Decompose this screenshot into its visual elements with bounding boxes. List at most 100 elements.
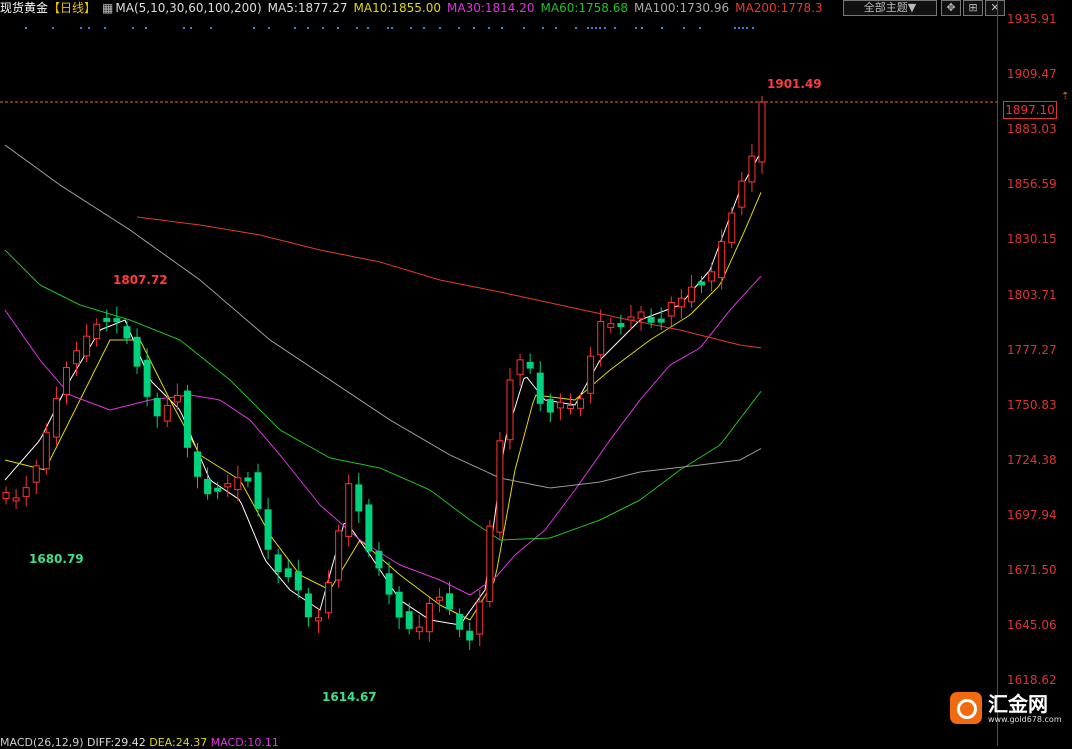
price-tick: 1724.38 bbox=[1007, 452, 1057, 467]
period-label[interactable]: 【日线】 bbox=[48, 1, 96, 15]
zoom-icon[interactable]: ⊞ bbox=[963, 0, 983, 16]
candle-body bbox=[425, 602, 433, 633]
candle-body bbox=[597, 320, 605, 356]
candle bbox=[204, 467, 212, 500]
candle-body bbox=[375, 550, 383, 569]
event-marker bbox=[423, 27, 425, 29]
event-marker bbox=[253, 27, 255, 29]
candle bbox=[153, 392, 161, 428]
logo-url: www.gold678.com bbox=[988, 715, 1062, 724]
low-left-label: 1680.79 bbox=[29, 552, 84, 566]
price-tick: 1935.91 bbox=[1007, 12, 1057, 26]
candle-body bbox=[304, 593, 312, 618]
candle bbox=[526, 353, 534, 375]
ma10-line bbox=[4, 192, 762, 621]
candle-body bbox=[677, 297, 685, 308]
price-tick: 1750.83 bbox=[1007, 397, 1057, 412]
candle-body bbox=[758, 101, 766, 163]
candlestick-chart[interactable] bbox=[0, 0, 1072, 746]
candle bbox=[325, 570, 333, 619]
candle-body bbox=[738, 180, 746, 208]
candle bbox=[556, 393, 564, 420]
candle bbox=[546, 393, 554, 423]
candle-body bbox=[93, 323, 101, 340]
candle-body bbox=[405, 611, 413, 629]
candle bbox=[83, 324, 91, 362]
candle-body bbox=[62, 367, 70, 395]
candle-body bbox=[42, 431, 50, 470]
ma30-value: MA30:1814.20 bbox=[447, 1, 535, 15]
candle-body bbox=[577, 398, 585, 409]
candle-body bbox=[415, 626, 423, 633]
candle-body bbox=[113, 318, 121, 323]
event-marker bbox=[699, 27, 701, 29]
candle bbox=[254, 463, 262, 517]
ma-icon: ▦ bbox=[102, 1, 114, 15]
candle bbox=[183, 385, 191, 458]
candle bbox=[113, 306, 121, 334]
candle bbox=[314, 608, 322, 633]
ma200-value: MA200:1778.3 bbox=[735, 1, 823, 15]
candle-body bbox=[264, 509, 272, 550]
candle bbox=[607, 317, 615, 334]
candle bbox=[486, 520, 494, 608]
candle bbox=[708, 262, 716, 292]
candle bbox=[415, 615, 423, 640]
candle bbox=[385, 561, 393, 605]
candle-body bbox=[335, 530, 343, 581]
candle bbox=[304, 587, 312, 627]
theme-dropdown[interactable]: 全部主题▼ bbox=[843, 0, 937, 16]
candle-body bbox=[103, 317, 111, 322]
event-marker bbox=[104, 27, 106, 29]
candle-body bbox=[456, 613, 464, 630]
candle bbox=[718, 229, 726, 290]
candle bbox=[335, 524, 343, 588]
candle-body bbox=[617, 323, 625, 328]
candle bbox=[446, 581, 454, 616]
move-icon[interactable]: ✥ bbox=[941, 0, 961, 16]
ma5-value: MA5:1877.27 bbox=[267, 1, 348, 15]
candle-body bbox=[395, 591, 403, 618]
candle-body bbox=[314, 617, 322, 622]
event-marker bbox=[738, 27, 740, 29]
gold678-logo: 汇金网 www.gold678.com bbox=[950, 688, 1062, 728]
event-marker bbox=[614, 27, 616, 29]
low-mid-label: 1614.67 bbox=[322, 690, 377, 704]
candle bbox=[214, 482, 222, 500]
candle bbox=[456, 608, 464, 638]
candle-body bbox=[627, 316, 635, 321]
candle bbox=[32, 459, 40, 495]
current-price-box: 1897.10 bbox=[1003, 101, 1057, 119]
event-marker bbox=[661, 27, 663, 29]
candle-body bbox=[385, 573, 393, 595]
candle-body bbox=[587, 355, 595, 394]
price-tick: 1777.27 bbox=[1007, 342, 1057, 357]
event-marker bbox=[575, 27, 577, 29]
event-marker bbox=[742, 27, 744, 29]
event-marker bbox=[190, 27, 192, 29]
candle-body bbox=[163, 404, 171, 422]
candle-body bbox=[698, 281, 706, 286]
candle bbox=[647, 308, 655, 329]
candle-body bbox=[687, 286, 695, 303]
candle-body bbox=[22, 487, 30, 497]
high-recent-label: 1901.49 bbox=[767, 77, 822, 91]
event-marker bbox=[523, 27, 525, 29]
macd-value: MACD:10.11 bbox=[210, 736, 279, 749]
candle-body bbox=[496, 440, 504, 533]
candle bbox=[345, 474, 353, 547]
candle bbox=[2, 486, 10, 505]
up-arrow-icon: ⇡ bbox=[1061, 91, 1070, 102]
event-marker bbox=[488, 27, 490, 29]
candle-body bbox=[435, 596, 443, 601]
candle-body bbox=[486, 525, 494, 602]
candle bbox=[365, 498, 373, 557]
candle bbox=[143, 348, 151, 407]
candle-body bbox=[12, 497, 20, 502]
event-marker bbox=[458, 27, 460, 29]
candle bbox=[677, 289, 685, 319]
ma10-value: MA10:1855.00 bbox=[353, 1, 442, 15]
indicator-header: 现货黄金【日线】 ▦ MA(5,10,30,60,100,200) MA5:1877.… bbox=[0, 0, 829, 16]
candle-body bbox=[708, 271, 716, 282]
price-tick: 1803.71 bbox=[1007, 287, 1057, 302]
